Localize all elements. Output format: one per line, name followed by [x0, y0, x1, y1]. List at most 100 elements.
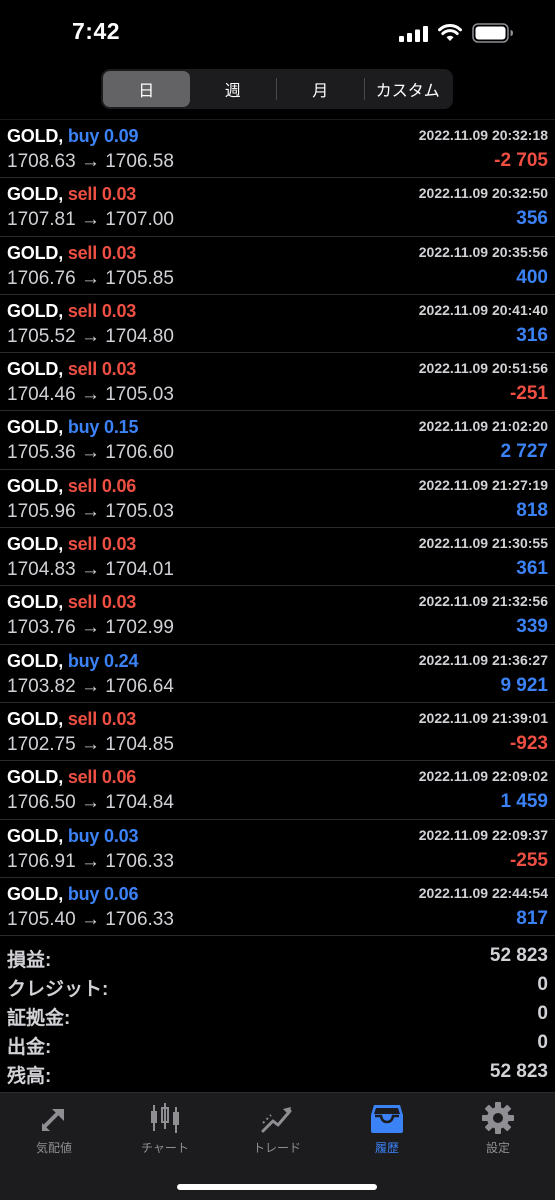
trade-symbol: GOLD, — [7, 592, 63, 613]
trade-row[interactable]: GOLD, sell 0.06 1705.96 → 1705.03 2022.11.… — [0, 470, 555, 529]
trade-direction: sell — [67, 767, 98, 788]
wifi-icon — [438, 24, 462, 41]
segment-week[interactable]: 週 — [190, 71, 277, 107]
trade-volume: 0.03 — [101, 184, 137, 205]
trade-prices: 1705.52 → 1704.80 — [7, 325, 174, 347]
trade-symbol: GOLD, — [7, 767, 63, 788]
trade-prices: 1705.36 → 1706.60 — [7, 442, 174, 464]
trade-title: GOLD, sell 0.03 — [7, 301, 136, 322]
trade-row[interactable]: GOLD, sell 0.03 1704.46 → 1705.03 2022.11.… — [0, 353, 555, 412]
tab-label: チャート — [141, 1141, 189, 1155]
summary-row: クレジット: 0 — [0, 971, 555, 1000]
trade-volume: 0.06 — [101, 767, 137, 788]
trade-prices: 1703.76 → 1702.99 — [7, 617, 174, 639]
trade-icon — [261, 1107, 292, 1133]
tab-chart[interactable]: チャート — [120, 1101, 210, 1156]
trade-title: GOLD, buy 0.09 — [7, 126, 138, 147]
trade-row[interactable]: GOLD, buy 0.03 1706.91 → 1706.33 2022.11.0… — [0, 820, 555, 878]
trade-volume: 0.15 — [104, 417, 139, 438]
trade-prices: 1705.40 → 1706.33 — [7, 908, 174, 930]
trade-volume: 0.09 — [104, 126, 139, 146]
trade-symbol: GOLD, — [7, 359, 63, 380]
account-summary: 損益: 52 823 クレジット: 0 証拠金: 0 出金: 0 残高: 52 823 — [0, 942, 555, 1087]
trade-direction: sell — [67, 359, 98, 380]
trade-prices: 1706.76 → 1705.85 — [7, 267, 174, 289]
trade-row[interactable]: GOLD, sell 0.03 1705.52 → 1704.80 2022.11.… — [0, 295, 555, 354]
trade-prices: 1706.91 → 1706.33 — [7, 850, 174, 872]
tab-history[interactable]: 履歴 — [342, 1101, 432, 1156]
trade-volume: 0.03 — [101, 592, 137, 613]
trade-profit: -251 — [509, 383, 548, 405]
trade-prices: 1705.96 → 1705.03 — [7, 500, 174, 522]
trade-row[interactable]: GOLD, sell 0.03 1702.75 → 1704.85 2022.11.… — [0, 703, 555, 762]
trade-prices: 1708.63 → 1706.58 — [7, 151, 174, 172]
trade-title: GOLD, sell 0.03 — [7, 359, 136, 380]
trade-symbol: GOLD, — [7, 242, 63, 263]
trade-datetime: 2022.11.09 21:39:01 — [418, 709, 548, 726]
trade-datetime: 2022.11.09 21:02:20 — [418, 418, 548, 435]
trade-direction: sell — [67, 184, 98, 205]
trade-title: GOLD, buy 0.06 — [7, 884, 138, 905]
trade-symbol: GOLD, — [7, 126, 63, 146]
trade-profit: -923 — [509, 732, 548, 754]
summary-label: 残高: — [7, 1066, 52, 1087]
trade-symbol: GOLD, — [7, 417, 63, 438]
battery-icon — [472, 23, 513, 43]
tab-quotes[interactable]: 気配値 — [9, 1101, 99, 1156]
status-time: 7:42 — [72, 18, 121, 44]
trade-title: GOLD, buy 0.15 — [7, 417, 138, 438]
trade-row[interactable]: GOLD, sell 0.03 1706.76 → 1705.85 2022.11.… — [0, 237, 555, 295]
quotes-icon — [42, 1109, 64, 1131]
trade-row[interactable]: GOLD, sell 0.06 1706.50 → 1704.84 2022.11.… — [0, 761, 555, 820]
trade-title: GOLD, sell 0.03 — [7, 534, 136, 555]
trade-row[interactable]: GOLD, sell 0.03 1704.83 → 1704.01 2022.11.… — [0, 528, 555, 587]
trade-volume: 0.03 — [101, 242, 137, 263]
trade-prices: 1707.81 → 1707.00 — [7, 209, 174, 231]
summary-value: 52 823 — [489, 945, 548, 966]
trade-datetime: 2022.11.09 20:35:56 — [418, 243, 548, 260]
trade-prices: 1706.50 → 1704.84 — [7, 792, 174, 814]
trade-profit: 2 727 — [500, 441, 548, 463]
trade-title: GOLD, buy 0.24 — [7, 651, 138, 672]
trade-prices: 1702.75 → 1704.85 — [7, 733, 174, 755]
summary-value: 0 — [537, 974, 548, 995]
trade-row[interactable]: GOLD, buy 0.15 1705.36 → 1706.60 2022.11.0… — [0, 411, 555, 470]
tab-label: 履歴 — [374, 1141, 399, 1155]
trade-row[interactable]: GOLD, buy 0.09 1708.63 → 1706.58 2022.11.0… — [0, 120, 555, 179]
trade-datetime: 2022.11.09 22:44:54 — [418, 884, 548, 901]
segment-day[interactable]: 日 — [103, 71, 190, 107]
segment-custom[interactable]: カスタム — [365, 71, 452, 107]
trade-title: GOLD, sell 0.06 — [7, 476, 136, 497]
trade-profit: 361 — [516, 558, 548, 580]
trade-row[interactable]: GOLD, sell 0.03 1707.81 → 1707.00 2022.11.… — [0, 178, 555, 237]
tab-label: トレード — [252, 1141, 301, 1155]
trade-prices: 1704.46 → 1705.03 — [7, 384, 174, 406]
trade-datetime: 2022.11.09 20:51:56 — [418, 360, 548, 377]
tab-settings[interactable]: 設定 — [453, 1101, 543, 1156]
trade-prices: 1704.83 → 1704.01 — [7, 559, 174, 581]
trade-row[interactable]: GOLD, sell 0.03 1703.76 → 1702.99 2022.11.… — [0, 586, 555, 645]
trade-datetime: 2022.11.09 21:36:27 — [418, 651, 548, 668]
trade-direction: buy — [67, 126, 100, 146]
summary-label: 損益: — [7, 950, 52, 971]
trade-direction: sell — [67, 475, 98, 496]
trade-direction: sell — [67, 708, 98, 729]
trade-row[interactable]: GOLD, buy 0.06 1705.40 → 1706.33 2022.11.0… — [0, 878, 555, 937]
trade-direction: buy — [67, 825, 100, 846]
tab-trade[interactable]: トレード — [232, 1101, 322, 1156]
summary-value: 52 823 — [489, 1061, 548, 1082]
trade-row[interactable]: GOLD, buy 0.24 1703.82 → 1706.64 2022.11.0… — [0, 645, 555, 703]
trade-profit: 316 — [516, 324, 548, 346]
summary-value: 0 — [537, 1003, 548, 1024]
tab-bar: 気配値 チャート トレード 履歴 設定 — [0, 1092, 555, 1200]
period-segmented-control: 日 週 月 カスタム — [101, 69, 453, 109]
trade-prices: 1703.82 → 1706.64 — [7, 675, 174, 697]
segment-month[interactable]: 月 — [277, 71, 364, 107]
trade-direction: buy — [67, 883, 100, 904]
trade-symbol: GOLD, — [7, 534, 63, 555]
trade-volume: 0.03 — [101, 300, 137, 321]
trade-profit: 817 — [516, 907, 548, 929]
home-indicator — [177, 1184, 377, 1190]
tab-label: 設定 — [485, 1141, 510, 1155]
trade-profit: 400 — [516, 266, 548, 288]
